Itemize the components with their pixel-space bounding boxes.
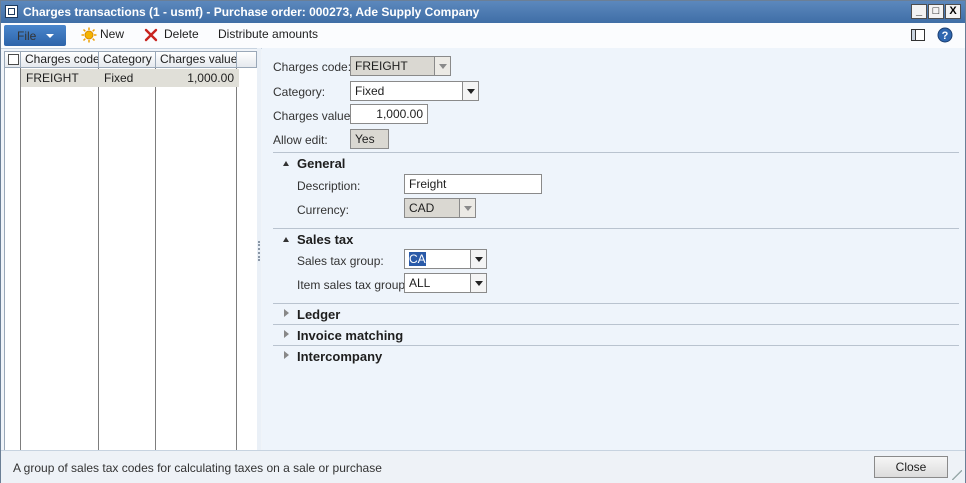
maximize-button[interactable]: □ xyxy=(928,4,944,19)
delete-button[interactable]: Delete xyxy=(164,27,199,41)
table-row[interactable]: FREIGHT Fixed 1,000.00 xyxy=(21,69,239,87)
resize-grip-icon[interactable] xyxy=(952,470,962,480)
ledger-fasttab[interactable]: Ledger xyxy=(273,303,959,324)
status-bar: A group of sales tax codes for calculati… xyxy=(1,450,965,483)
action-pane: File New Delete Distribute amounts ? xyxy=(1,23,965,49)
select-all-checkbox[interactable] xyxy=(8,54,19,65)
charges-grid: Charges code Category Charges value FREI… xyxy=(4,51,258,451)
currency-field[interactable]: CAD xyxy=(404,198,476,218)
cell-category: Fixed xyxy=(104,71,134,85)
allow-edit-field[interactable]: Yes xyxy=(350,129,389,149)
chevron-down-icon[interactable] xyxy=(470,250,486,268)
charges-transactions-window: Charges transactions (1 - usmf) - Purcha… xyxy=(0,0,966,483)
column-header-category[interactable]: Category xyxy=(99,52,156,68)
charges-value-value: 1,000.00 xyxy=(376,107,423,121)
column-header-charges-value[interactable]: Charges value xyxy=(156,52,237,68)
description-value: Freight xyxy=(409,177,447,191)
sales-tax-group-select[interactable]: CA xyxy=(404,249,487,269)
allow-edit-value: Yes xyxy=(355,132,375,146)
expand-triangle-icon xyxy=(284,309,289,317)
grid-divider xyxy=(98,68,99,450)
layout-icon[interactable] xyxy=(910,27,926,43)
category-label: Category: xyxy=(273,85,326,99)
window-title: Charges transactions (1 - usmf) - Purcha… xyxy=(23,5,480,19)
sun-icon xyxy=(81,27,97,43)
delete-x-icon xyxy=(144,28,158,42)
charges-code-field[interactable]: FREIGHT xyxy=(350,56,451,76)
new-button[interactable]: New xyxy=(100,27,124,41)
column-header-filler xyxy=(237,52,257,68)
ledger-title: Ledger xyxy=(297,307,341,322)
item-sales-tax-group-label: Item sales tax group: xyxy=(297,278,409,292)
expand-triangle-icon xyxy=(284,330,289,338)
sales-tax-fasttab[interactable]: Sales tax xyxy=(273,228,959,249)
chevron-down-icon[interactable] xyxy=(462,82,478,100)
invoice-matching-title: Invoice matching xyxy=(297,328,404,343)
description-label: Description: xyxy=(297,179,361,193)
charges-value-input[interactable]: 1,000.00 xyxy=(350,104,428,124)
close-button[interactable]: Close xyxy=(874,456,948,478)
file-menu-button[interactable]: File xyxy=(4,25,66,46)
grid-divider xyxy=(155,68,156,450)
category-select[interactable]: Fixed xyxy=(350,81,479,101)
currency-label: Currency: xyxy=(297,203,350,217)
invoice-matching-fasttab[interactable]: Invoice matching xyxy=(273,324,959,345)
minimize-button[interactable]: _ xyxy=(911,4,927,19)
chevron-down-icon xyxy=(459,199,475,217)
app-icon xyxy=(5,5,18,18)
chevron-down-icon xyxy=(434,57,450,75)
chevron-down-icon[interactable] xyxy=(470,274,486,292)
sales-tax-group-value: CA xyxy=(409,252,426,266)
charges-value-label: Charges value: xyxy=(273,109,354,123)
svg-text:?: ? xyxy=(942,30,949,42)
collapse-triangle-icon xyxy=(283,161,289,166)
cell-charges-code: FREIGHT xyxy=(26,71,79,85)
general-title: General xyxy=(297,156,346,171)
sales-tax-group-label: Sales tax group: xyxy=(297,254,384,268)
grid-divider xyxy=(236,68,237,450)
intercompany-fasttab[interactable]: Intercompany xyxy=(273,345,959,366)
grid-divider xyxy=(20,68,21,450)
cell-charges-value: 1,000.00 xyxy=(187,71,234,85)
charges-code-value: FREIGHT xyxy=(355,59,408,73)
category-value: Fixed xyxy=(355,84,385,98)
file-label: File xyxy=(17,29,37,43)
charges-code-label: Charges code: xyxy=(273,60,352,74)
intercompany-title: Intercompany xyxy=(297,349,383,364)
distribute-amounts-button[interactable]: Distribute amounts xyxy=(218,27,318,41)
expand-triangle-icon xyxy=(284,351,289,359)
sales-tax-title: Sales tax xyxy=(297,232,354,247)
chevron-down-icon xyxy=(46,34,54,38)
collapse-triangle-icon xyxy=(283,237,289,242)
item-sales-tax-group-select[interactable]: ALL xyxy=(404,273,487,293)
status-message: A group of sales tax codes for calculati… xyxy=(13,461,382,475)
help-icon[interactable]: ? xyxy=(937,27,953,43)
general-fasttab[interactable]: General xyxy=(273,152,959,173)
allow-edit-label: Allow edit: xyxy=(273,133,328,147)
description-input[interactable]: Freight xyxy=(404,174,542,194)
close-window-button[interactable]: X xyxy=(945,4,961,19)
select-all-header xyxy=(5,52,21,68)
column-header-charges-code[interactable]: Charges code xyxy=(21,52,99,68)
title-bar: Charges transactions (1 - usmf) - Purcha… xyxy=(1,1,965,23)
